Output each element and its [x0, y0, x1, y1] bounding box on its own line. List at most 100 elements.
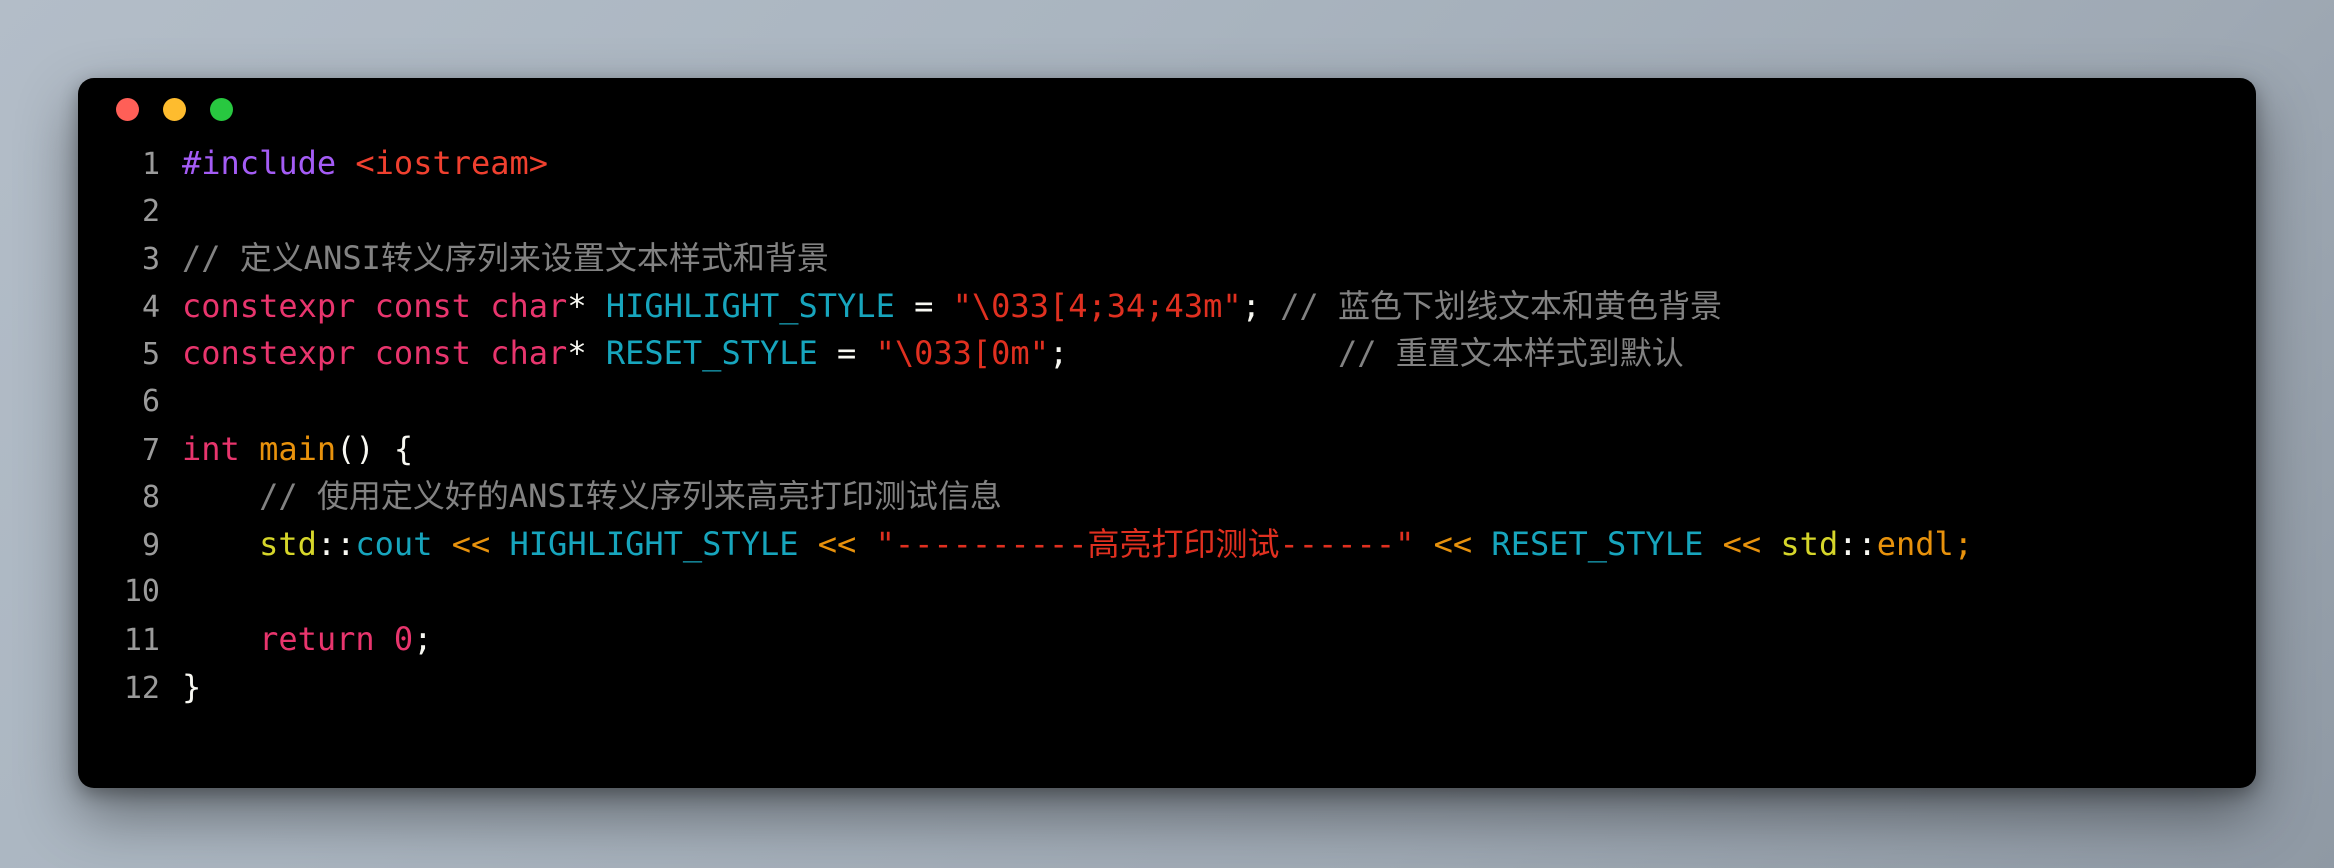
code-token: char — [490, 286, 568, 325]
code-token: #include — [182, 144, 337, 182]
code-token: * — [567, 286, 606, 325]
close-window-button[interactable] — [116, 98, 139, 121]
code-token: std — [1780, 524, 1839, 563]
code-token: "----------高亮打印测试------" — [875, 524, 1415, 563]
code-token: << — [817, 524, 857, 563]
line-number: 10 — [123, 574, 160, 610]
code-token: ; — [1953, 524, 1974, 563]
code-token: // 蓝色下划线文本和黄色背景 — [1280, 286, 1722, 325]
code-line[interactable]: 9 std::cout << HIGHLIGHT_STYLE << "-----… — [78, 521, 2256, 569]
code-line-source: return 0; — [160, 616, 432, 664]
code-token: // 使用定义好的ANSI转义序列来高亮打印测试信息 — [259, 477, 1002, 516]
line-number: 5 — [141, 337, 160, 373]
code-token: :: — [1838, 524, 1877, 563]
code-token: HIGHLIGHT_STYLE — [605, 286, 895, 325]
code-line[interactable]: 7 int main() { — [78, 426, 2256, 474]
code-token: constexpr — [182, 334, 356, 373]
code-token: ; — [1048, 334, 1338, 373]
code-token: << — [451, 524, 491, 563]
code-token: const — [374, 286, 471, 325]
line-number: 12 — [123, 670, 160, 706]
code-editor-area[interactable]: 1 #include <iostream> 2 3// 定义ANSI转义序列来设置文本… — [78, 140, 2256, 788]
line-number: 3 — [141, 242, 160, 278]
line-number: 9 — [141, 527, 160, 563]
code-token: int — [182, 429, 240, 468]
code-line-source: #include <iostream> — [160, 140, 548, 188]
line-number: 2 — [141, 193, 160, 229]
minimize-window-button[interactable] — [163, 98, 186, 121]
maximize-window-button[interactable] — [210, 98, 233, 121]
code-line-source: // 使用定义好的ANSI转义序列来高亮打印测试信息 — [160, 473, 1002, 521]
code-token: <iostream> — [355, 144, 549, 182]
code-token: HIGHLIGHT_STYLE — [509, 524, 799, 563]
code-token: char — [490, 334, 568, 373]
code-line-source: int main() { — [160, 426, 413, 474]
code-token: main — [259, 429, 337, 468]
code-line[interactable]: 4 constexpr const char* HIGHLIGHT_STYLE =… — [78, 283, 2256, 331]
code-token: ; — [413, 619, 433, 658]
code-line[interactable]: 2 — [78, 188, 2256, 236]
code-token: // 重置文本样式到默认 — [1337, 334, 1684, 373]
code-line[interactable]: 5 constexpr const char* RESET_STYLE = "\0… — [78, 330, 2256, 378]
line-number: 7 — [141, 432, 160, 468]
code-token: return — [259, 619, 375, 658]
code-token: << — [1722, 524, 1762, 563]
code-token: = — [894, 286, 953, 325]
code-token: = — [817, 334, 876, 373]
code-snippet-window: 1 #include <iostream> 2 3// 定义ANSI转义序列来设置文本… — [78, 78, 2256, 788]
code-token: endl — [1876, 524, 1954, 563]
line-number: 8 — [141, 480, 160, 516]
code-line[interactable]: 11 return 0; — [78, 616, 2256, 664]
code-line[interactable]: 3 // 定义ANSI转义序列来设置文本样式和背景 — [78, 235, 2256, 283]
code-token: :: — [316, 524, 356, 563]
line-number: 6 — [141, 383, 160, 419]
line-number: 11 — [123, 622, 160, 658]
code-line[interactable]: 10 — [78, 568, 2256, 616]
code-token: } — [182, 667, 202, 706]
code-token: () { — [336, 429, 414, 468]
code-token: 0 — [393, 619, 414, 658]
line-number: 4 — [141, 289, 160, 325]
code-token: std — [259, 524, 317, 563]
code-token: constexpr — [182, 286, 356, 325]
code-token: "\033[0m" — [875, 334, 1049, 373]
code-token: const — [374, 334, 471, 373]
code-line[interactable]: 6 — [78, 378, 2256, 426]
desktop-background: 1 #include <iostream> 2 3// 定义ANSI转义序列来设置文本… — [0, 0, 2334, 868]
code-token: ; — [1241, 286, 1281, 325]
code-line-source: } — [160, 664, 201, 712]
code-line-source: std::cout << HIGHLIGHT_STYLE << "-------… — [160, 521, 1973, 569]
window-titlebar — [78, 78, 2256, 140]
code-token: * — [567, 334, 606, 373]
code-token: RESET_STYLE — [605, 334, 818, 373]
code-token: "\033[4;34;43m" — [952, 286, 1242, 325]
code-line-source: constexpr const char* HIGHLIGHT_STYLE = … — [160, 283, 1722, 331]
code-token: RESET_STYLE — [1491, 524, 1704, 563]
line-number: 1 — [141, 147, 160, 182]
code-line[interactable]: 8 // 使用定义好的ANSI转义序列来高亮打印测试信息 — [78, 473, 2256, 521]
code-line-source: // 定义ANSI转义序列来设置文本样式和背景 — [160, 235, 829, 283]
code-line[interactable]: 1 #include <iostream> — [78, 140, 2256, 188]
code-line[interactable]: 12} — [78, 664, 2256, 712]
code-token: cout — [355, 524, 433, 563]
code-token: // 定义ANSI转义序列来设置文本样式和背景 — [182, 239, 829, 278]
code-token: << — [1433, 524, 1473, 563]
code-line-source: constexpr const char* RESET_STYLE = "\03… — [160, 330, 1684, 378]
